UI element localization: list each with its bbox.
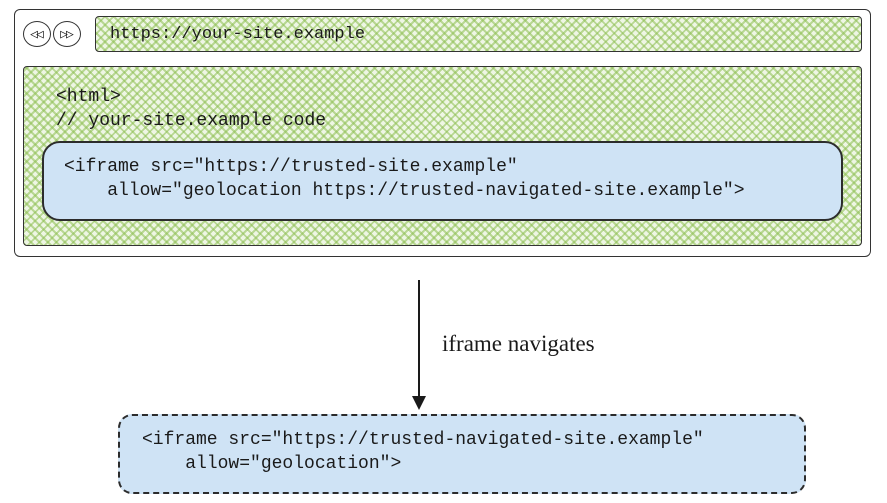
browser-toolbar: ◁◁ ▷▷ https://your-site.example (15, 10, 870, 58)
browser-window: ◁◁ ▷▷ https://your-site.example <html> /… (14, 9, 871, 257)
arrow-line (418, 280, 420, 400)
page-viewport: <html> // your-site.example code <iframe… (23, 66, 862, 246)
iframe-after-line-1: <iframe src="https://trusted-navigated-s… (142, 430, 782, 450)
arrow-head-icon (412, 396, 426, 410)
page-code-line-2: // your-site.example code (56, 111, 843, 131)
iframe-before-line-1: <iframe src="https://trusted-site.exampl… (64, 157, 821, 177)
iframe-before-box: <iframe src="https://trusted-site.exampl… (42, 141, 843, 221)
arrow-label: iframe navigates (442, 331, 595, 357)
iframe-before-line-2: allow="geolocation https://trusted-navig… (64, 181, 821, 201)
back-button[interactable]: ◁◁ (23, 21, 51, 47)
iframe-after-line-2: allow="geolocation"> (142, 454, 782, 474)
iframe-after-box: <iframe src="https://trusted-navigated-s… (118, 414, 806, 494)
page-code-line-1: <html> (56, 87, 843, 107)
forward-button[interactable]: ▷▷ (53, 21, 81, 47)
address-bar[interactable]: https://your-site.example (95, 16, 862, 52)
navigation-arrow (418, 280, 420, 410)
